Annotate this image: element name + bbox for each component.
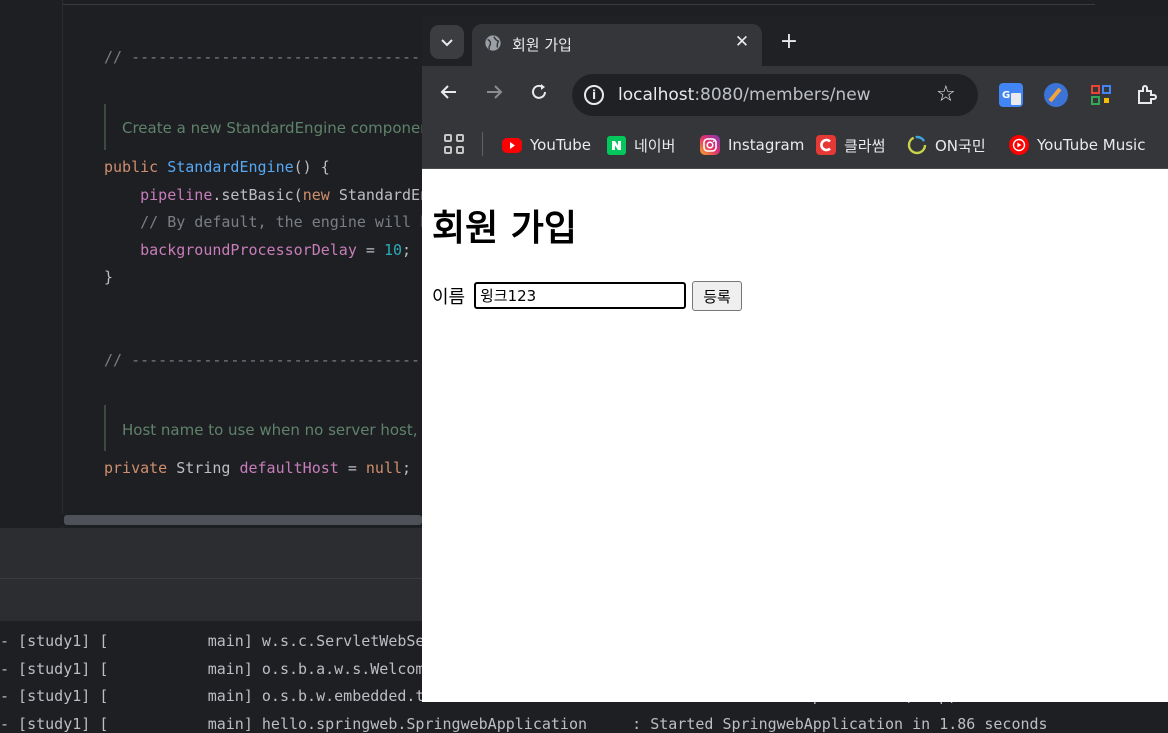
ide-run-toolbar	[0, 528, 422, 579]
url-path: :8080/members/new	[694, 85, 871, 105]
url-text: localhost:8080/members/new	[618, 85, 871, 105]
code-line: // -------------------------------------…	[104, 351, 424, 369]
code-line: // -------------------------------------…	[104, 48, 424, 66]
back-icon[interactable]	[436, 82, 462, 108]
qr-extension-icon[interactable]	[1089, 83, 1113, 107]
browser-toolbar: i localhost:8080/members/new ☆ G	[422, 66, 1168, 124]
code-line: Create a new StandardEngine component	[122, 119, 424, 137]
code-line: private String defaultHost = null;	[104, 459, 412, 477]
bookmark-label: YouTube Music	[1037, 136, 1146, 154]
url-host: localhost	[618, 85, 695, 105]
bookmarks-bar: YouTube 네이버 Instagram 클라썸 ON국민 YouTube M	[422, 124, 1168, 169]
submit-button[interactable]: 등록	[692, 281, 742, 311]
ide-gutter	[0, 0, 63, 528]
code-line: // By default, the engine will hold the	[140, 213, 424, 231]
bookmark-label: 네이버	[634, 136, 676, 155]
reload-icon[interactable]	[526, 82, 552, 108]
name-input[interactable]	[474, 282, 686, 309]
puzzle-extensions-icon[interactable]	[1134, 83, 1158, 107]
code-editor[interactable]: // -------------------------------------…	[104, 0, 424, 528]
code-line: backgroundProcessorDelay = 10;	[140, 241, 412, 259]
bookmarks-separator	[482, 132, 483, 156]
bookmark-star-icon[interactable]: ☆	[936, 82, 956, 107]
naver-icon	[607, 135, 626, 155]
bookmark-instagram[interactable]: Instagram	[700, 134, 804, 156]
bookmark-classum[interactable]: 클라썸	[816, 134, 885, 156]
chevron-down-icon	[441, 39, 453, 47]
name-label: 이름	[432, 287, 466, 308]
editor-scroll-thumb[interactable]	[64, 515, 422, 525]
tab-title: 회원 가입	[512, 36, 572, 54]
browser-window: 회원 가입 ✕ + i localhost:8080/members/new ☆…	[422, 16, 1168, 702]
translate-extension-icon[interactable]: G	[999, 83, 1023, 107]
code-line: Host name to use when no server host, or	[122, 421, 424, 439]
site-info-icon[interactable]: i	[584, 85, 604, 105]
tab-search-button[interactable]	[430, 25, 464, 59]
kookmin-icon	[907, 135, 927, 155]
code-line: public StandardEngine() {	[104, 158, 330, 176]
globe-icon	[485, 35, 501, 51]
apps-grid-icon[interactable]	[444, 134, 464, 154]
extension-brush-icon[interactable]	[1044, 83, 1068, 107]
bookmark-label: 클라썸	[844, 136, 886, 155]
console-line: - [study1] [ main] hello.springweb.Sprin…	[0, 715, 1048, 733]
bookmark-label: YouTube	[530, 136, 591, 154]
youtube-music-icon	[1009, 135, 1029, 155]
bookmark-label: Instagram	[728, 136, 805, 154]
bookmark-on-kookmin[interactable]: ON국민	[907, 134, 986, 156]
code-line: pipeline.setBasic(new StandardEngineValv…	[140, 186, 424, 204]
bookmark-youtube-music[interactable]: YouTube Music	[1009, 134, 1145, 156]
bookmark-label: ON국민	[935, 136, 986, 155]
forward-icon[interactable]	[481, 82, 507, 108]
youtube-icon	[502, 137, 522, 153]
address-bar[interactable]: i localhost:8080/members/new ☆	[572, 74, 978, 116]
page-content: 회원 가입 이름 등록	[422, 169, 1168, 702]
classum-icon	[816, 135, 836, 155]
tab-active[interactable]: 회원 가입 ✕	[472, 24, 762, 66]
code-line: }	[104, 268, 114, 286]
bookmark-youtube[interactable]: YouTube	[502, 134, 591, 156]
bookmark-naver[interactable]: 네이버	[607, 134, 675, 156]
svg-text:G: G	[1002, 90, 1010, 101]
close-icon[interactable]: ✕	[732, 32, 752, 52]
tab-strip: 회원 가입 ✕ +	[422, 16, 1168, 66]
new-tab-button[interactable]: +	[777, 30, 801, 54]
ide-console-header	[0, 579, 422, 621]
instagram-icon	[700, 135, 720, 155]
page-title: 회원 가입	[432, 208, 578, 249]
